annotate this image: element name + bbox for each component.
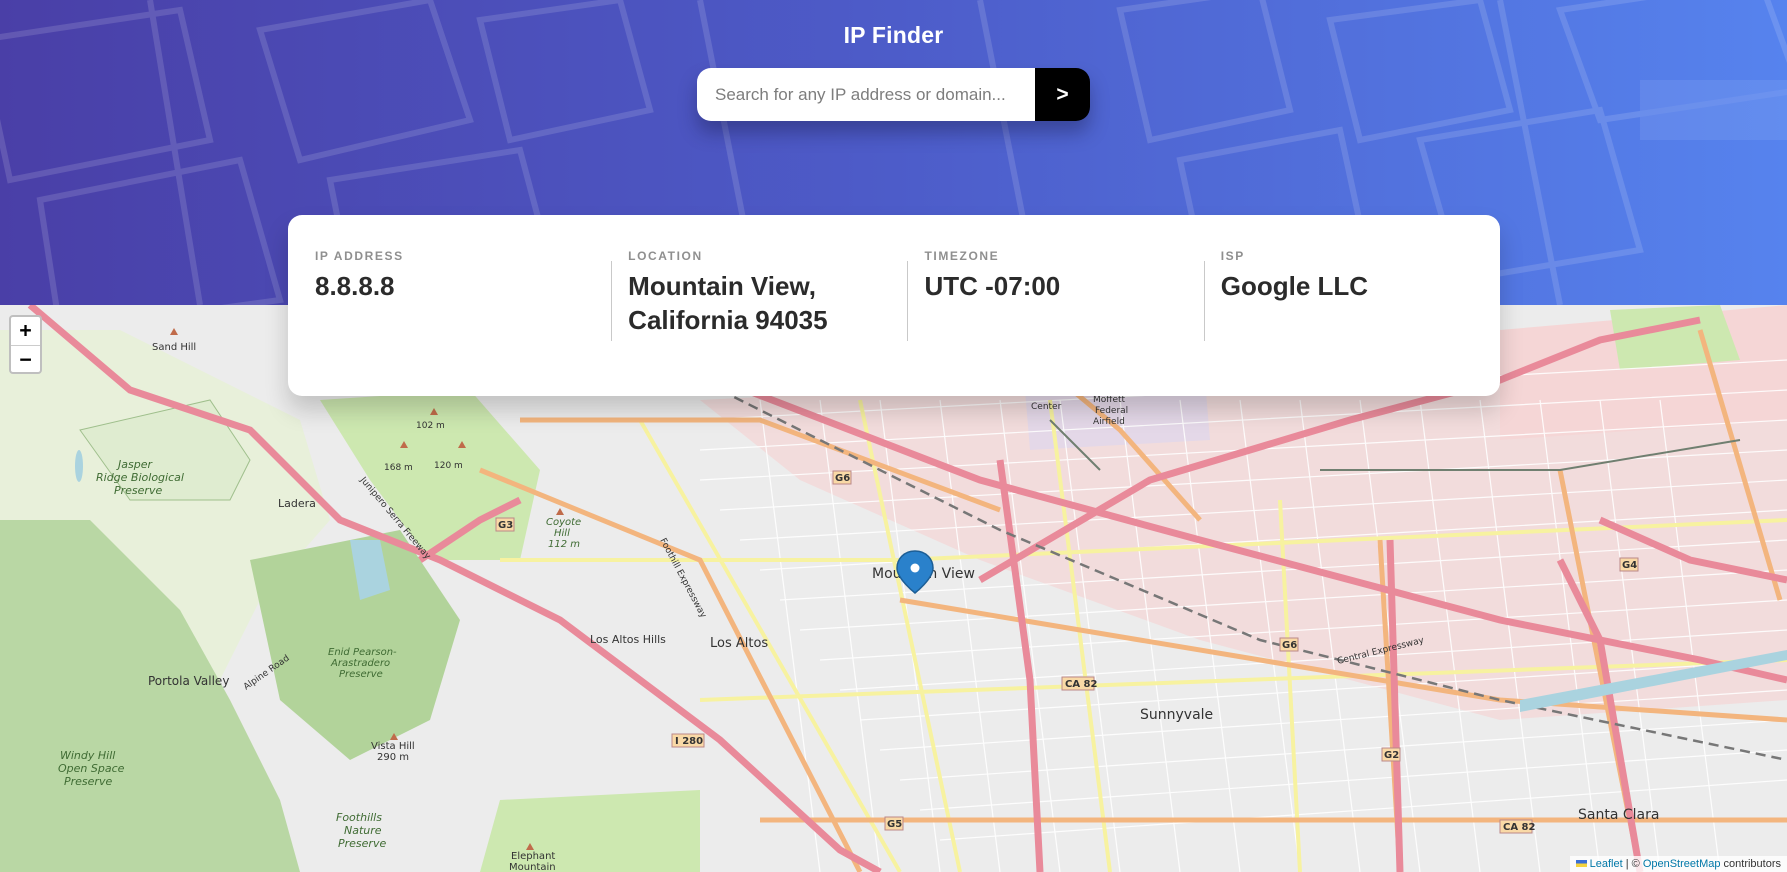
flag-icon	[1575, 860, 1587, 867]
ip-address-value: 8.8.8.8	[315, 271, 395, 301]
page-title: IP Finder	[843, 22, 944, 48]
map-label-168m: 168 m	[384, 463, 413, 473]
leaflet-link[interactable]: Leaflet	[1590, 858, 1623, 870]
road-label-g4: G4	[1622, 560, 1637, 571]
zoom-control: + −	[9, 315, 42, 374]
isp-section: ISP Google LLC	[1203, 249, 1500, 396]
map-label-vista-1: Vista Hill	[371, 741, 415, 752]
road-label-g5: G5	[887, 819, 902, 830]
map-label-windy-3: Preserve	[64, 775, 112, 788]
map-label-sand-hill: Sand Hill	[152, 342, 196, 353]
map-label-jasper-2: Ridge Biological	[96, 471, 184, 484]
map-label-windy-2: Open Space	[58, 762, 125, 775]
road-label-ca82: CA 82	[1065, 679, 1098, 690]
map-label-coyote-1: Coyote	[546, 517, 581, 528]
road-label-g2: G2	[1384, 750, 1399, 761]
map-label-foothills-2: Nature	[344, 824, 382, 837]
map-label-santa-clara: Santa Clara	[1578, 807, 1659, 823]
location-label: Location	[628, 249, 703, 263]
map-label-jasper-1: Jasper	[116, 458, 153, 471]
search-submit-button[interactable]: >	[1035, 68, 1090, 121]
map-label-los-altos: Los Altos	[710, 636, 768, 651]
map-label-moffett-3: Airfield	[1093, 417, 1125, 427]
isp-label: ISP	[1220, 249, 1245, 263]
road-label-ca82b: CA 82	[1503, 822, 1536, 833]
map-label-elephant-2: Mountain	[509, 862, 556, 872]
map-attribution: Leaflet | © OpenStreetMap contributors	[1569, 856, 1787, 872]
location-value-line2: California 94035	[628, 305, 828, 335]
timezone-label: Timezone	[924, 249, 1000, 263]
road-label-g3: G3	[498, 520, 513, 531]
map-label-enid-1: Enid Pearson-	[328, 647, 397, 658]
map-label-moffett-2: Federal	[1095, 406, 1128, 416]
isp-value: Google LLC	[1220, 271, 1369, 301]
map-label-windy-1: Windy Hill	[60, 749, 115, 762]
map-label-los-altos-hills: Los Altos Hills	[590, 633, 666, 646]
map-label-enid-2: Arastradero	[330, 658, 390, 669]
road-label-g6: G6	[835, 473, 850, 484]
map-label-enid-3: Preserve	[339, 669, 383, 680]
timezone-section: Timezone UTC -07:00	[907, 249, 1203, 396]
map-label-portola-valley: Portola Valley	[148, 674, 229, 688]
map-label-ladera: Ladera	[278, 497, 316, 510]
attribution-suffix: contributors	[1720, 858, 1781, 870]
map-label-jasper-3: Preserve	[114, 484, 162, 497]
map-label-center: Center	[1031, 402, 1062, 412]
ip-address-label: IP Address	[315, 249, 404, 263]
map-label-vista-2: 290 m	[377, 752, 409, 763]
map-label-coyote-3: 112 m	[548, 539, 580, 550]
map-label-foothills-3: Preserve	[338, 837, 386, 850]
map-label-coyote-2: Hill	[554, 528, 570, 539]
search-input[interactable]	[697, 68, 1035, 121]
map-label-elephant-1: Elephant	[511, 851, 555, 862]
openstreetmap-link[interactable]: OpenStreetMap	[1643, 858, 1721, 870]
timezone-value: UTC -07:00	[924, 271, 1061, 301]
map-label-sunnyvale: Sunnyvale	[1140, 707, 1213, 723]
location-value-line1: Mountain View,	[628, 271, 816, 301]
location-section: Location Mountain View, California 94035	[611, 249, 907, 396]
attribution-separator: | ©	[1622, 858, 1643, 870]
map-label-102m: 102 m	[416, 421, 445, 431]
zoom-out-button[interactable]: −	[11, 344, 40, 373]
ip-address-section: IP Address 8.8.8.8	[315, 249, 611, 396]
road-label-i280: I 280	[675, 736, 703, 747]
map-label-foothills-1: Foothills	[336, 811, 382, 824]
search-form: >	[697, 68, 1090, 121]
zoom-in-button[interactable]: +	[11, 317, 40, 345]
map-label-120m: 120 m	[434, 461, 463, 471]
ip-info-card: IP Address 8.8.8.8 Location Mountain Vie…	[288, 215, 1500, 396]
map-label-moffett-1: Moffett	[1093, 395, 1126, 405]
road-label-g6b: G6	[1282, 640, 1297, 651]
